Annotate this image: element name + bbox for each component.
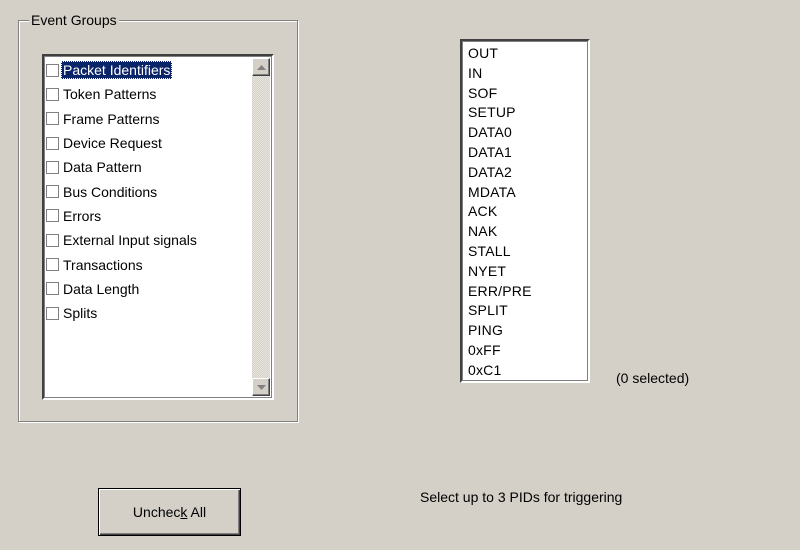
checkbox[interactable]	[46, 112, 59, 126]
pid-list-item[interactable]: DATA2	[468, 163, 532, 183]
pid-list-item[interactable]: DATA1	[468, 143, 532, 163]
event-group-label: Splits	[63, 305, 98, 322]
event-group-item[interactable]: Transactions	[46, 252, 252, 276]
checkbox[interactable]	[46, 282, 59, 296]
checkbox[interactable]	[46, 209, 59, 223]
event-group-label: Token Patterns	[63, 86, 157, 103]
event-group-item[interactable]: External Input signals	[46, 228, 252, 252]
arrow-down-icon	[256, 384, 266, 390]
event-group-item[interactable]: Splits	[46, 301, 252, 325]
scroll-up-button[interactable]	[252, 58, 270, 76]
uncheck-all-accelerator: k	[180, 504, 188, 520]
pid-list-item[interactable]: OUT	[468, 44, 532, 64]
event-group-label: Packet Identifiers	[61, 61, 173, 80]
checkbox[interactable]	[46, 87, 59, 101]
pid-list-item[interactable]: 0xC1	[468, 361, 532, 381]
pid-list-item[interactable]: 0xFF	[468, 341, 532, 361]
event-group-item[interactable]: Frame Patterns	[46, 107, 252, 131]
pid-list-item[interactable]: IN	[468, 64, 532, 84]
pid-list-item[interactable]: ERR/PRE	[468, 282, 532, 302]
event-group-label: External Input signals	[63, 232, 197, 249]
checkbox[interactable]	[46, 185, 59, 199]
uncheck-all-button[interactable]: Unchec k All	[98, 488, 241, 536]
checkbox[interactable]	[46, 136, 59, 150]
pid-list-item[interactable]: ACK	[468, 202, 532, 222]
event-group-label: Errors	[63, 207, 102, 224]
pid-list-item[interactable]: NAK	[468, 222, 532, 242]
pid-listbox[interactable]: OUT IN SOF SETUP DATA0 DATA1 DATA2 MDATA ACK NAK S…	[460, 39, 590, 383]
event-group-label: Device Request	[63, 135, 162, 152]
event-group-label: Transactions	[63, 256, 143, 273]
scroll-down-button[interactable]	[252, 378, 270, 396]
checkbox[interactable]	[46, 63, 59, 77]
checkbox[interactable]	[46, 233, 59, 247]
pid-trigger-hint: Select up to 3 PIDs for triggering	[420, 489, 623, 505]
event-group-item[interactable]: Device Request	[46, 131, 252, 155]
vertical-scrollbar[interactable]	[252, 58, 270, 396]
pid-list-item[interactable]: SOF	[468, 84, 532, 104]
pid-items: OUT IN SOF SETUP DATA0 DATA1 DATA2 MDATA ACK NAK S…	[468, 44, 532, 381]
event-group-label: Data Length	[63, 280, 140, 297]
event-groups-legend: Event Groups	[29, 10, 119, 30]
uncheck-all-label-start: Unchec	[132, 504, 181, 520]
pid-list-item[interactable]: MDATA	[468, 183, 532, 203]
checkbox[interactable]	[46, 258, 59, 272]
arrow-up-icon	[256, 64, 266, 70]
pid-list-item[interactable]: STALL	[468, 242, 532, 262]
selected-count-label: (0 selected)	[616, 370, 690, 386]
event-group-item[interactable]: Data Length	[46, 277, 252, 301]
event-group-item[interactable]: Bus Conditions	[46, 179, 252, 203]
checkbox[interactable]	[46, 306, 59, 320]
pid-list-item[interactable]: DATA0	[468, 123, 532, 143]
event-group-item[interactable]: Data Pattern	[46, 155, 252, 179]
event-group-label: Frame Patterns	[63, 110, 160, 127]
event-groups-checklist[interactable]: Packet Identifiers Token Patterns Frame Pa…	[42, 54, 274, 400]
event-group-item[interactable]: Packet Identifiers	[46, 58, 252, 82]
pid-list-item[interactable]: SPLIT	[468, 301, 532, 321]
pid-list-item[interactable]: PING	[468, 321, 532, 341]
checkbox[interactable]	[46, 160, 59, 174]
uncheck-all-label-end: All	[187, 504, 207, 520]
event-group-item[interactable]: Token Patterns	[46, 82, 252, 106]
event-group-label: Bus Conditions	[63, 183, 158, 200]
event-group-label: Data Pattern	[63, 159, 142, 176]
pid-list-item[interactable]: NYET	[468, 262, 532, 282]
event-group-item[interactable]: Errors	[46, 204, 252, 228]
event-groups-items: Packet Identifiers Token Patterns Frame Pa…	[46, 58, 252, 325]
pid-list-item[interactable]: SETUP	[468, 103, 532, 123]
